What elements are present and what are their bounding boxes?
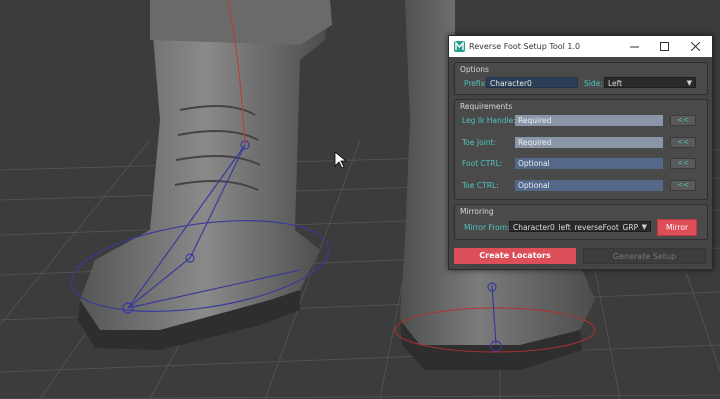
reverse-foot-tool-window: Reverse Foot Setup Tool 1.0 Options Pref… <box>448 35 713 270</box>
leg-ik-handle-label: Leg Ik Handle: <box>462 116 516 125</box>
toe-ctrl-field[interactable]: Optional <box>515 180 663 191</box>
toe-joint-label: Toe Joint: <box>462 138 496 147</box>
close-button[interactable] <box>680 36 710 57</box>
requirements-group: Requirements Leg Ik Handle: Required << … <box>454 99 708 200</box>
mirror-button[interactable]: Mirror <box>657 219 697 236</box>
toe-joint-pick-button[interactable]: << <box>670 137 696 148</box>
prefix-input[interactable]: Character0 <box>486 77 578 88</box>
prefix-label: Prefix: <box>464 79 488 88</box>
toe-joint-field[interactable]: Required <box>515 137 663 148</box>
mirror-from-dropdown[interactable]: Character0_left_reverseFoot_GRP ▼ <box>509 221 651 232</box>
mirror-from-value: Character0_left_reverseFoot_GRP <box>513 223 639 232</box>
side-label: Side: <box>584 79 603 88</box>
toe-ctrl-pick-button[interactable]: << <box>670 180 696 191</box>
maximize-icon <box>659 42 669 51</box>
side-dropdown-value: Left <box>608 79 623 88</box>
leg-ik-handle-pick-button[interactable]: << <box>670 115 696 126</box>
chevron-down-icon: ▼ <box>641 223 647 231</box>
options-group: Options Prefix: Character0 Side: Left ▼ <box>454 62 708 95</box>
toe-ctrl-label: Toe CTRL: <box>462 181 499 190</box>
chevron-down-icon: ▼ <box>686 79 692 87</box>
maya-app-icon <box>454 41 465 52</box>
mirroring-title: Mirroring <box>460 207 494 216</box>
requirements-title: Requirements <box>460 102 513 111</box>
leg-ik-handle-field[interactable]: Required <box>515 115 663 126</box>
foot-ctrl-pick-button[interactable]: << <box>670 158 696 169</box>
side-dropdown[interactable]: Left ▼ <box>604 77 696 88</box>
create-locators-button[interactable]: Create Locators <box>454 248 576 264</box>
window-title: Reverse Foot Setup Tool 1.0 <box>469 42 581 51</box>
foot-ctrl-field[interactable]: Optional <box>515 158 663 169</box>
mirror-from-label: Mirror From: <box>464 223 510 232</box>
maximize-button[interactable] <box>649 36 679 57</box>
minimize-icon <box>629 46 639 48</box>
window-titlebar[interactable]: Reverse Foot Setup Tool 1.0 <box>449 36 712 57</box>
mirroring-group: Mirroring Mirror From: Character0_left_r… <box>454 204 708 240</box>
generate-setup-button[interactable]: Generate Setup <box>583 248 706 264</box>
options-title: Options <box>460 65 489 74</box>
foot-ctrl-label: Foot CTRL: <box>462 159 503 168</box>
close-icon <box>690 42 700 51</box>
minimize-button[interactable] <box>619 36 649 57</box>
